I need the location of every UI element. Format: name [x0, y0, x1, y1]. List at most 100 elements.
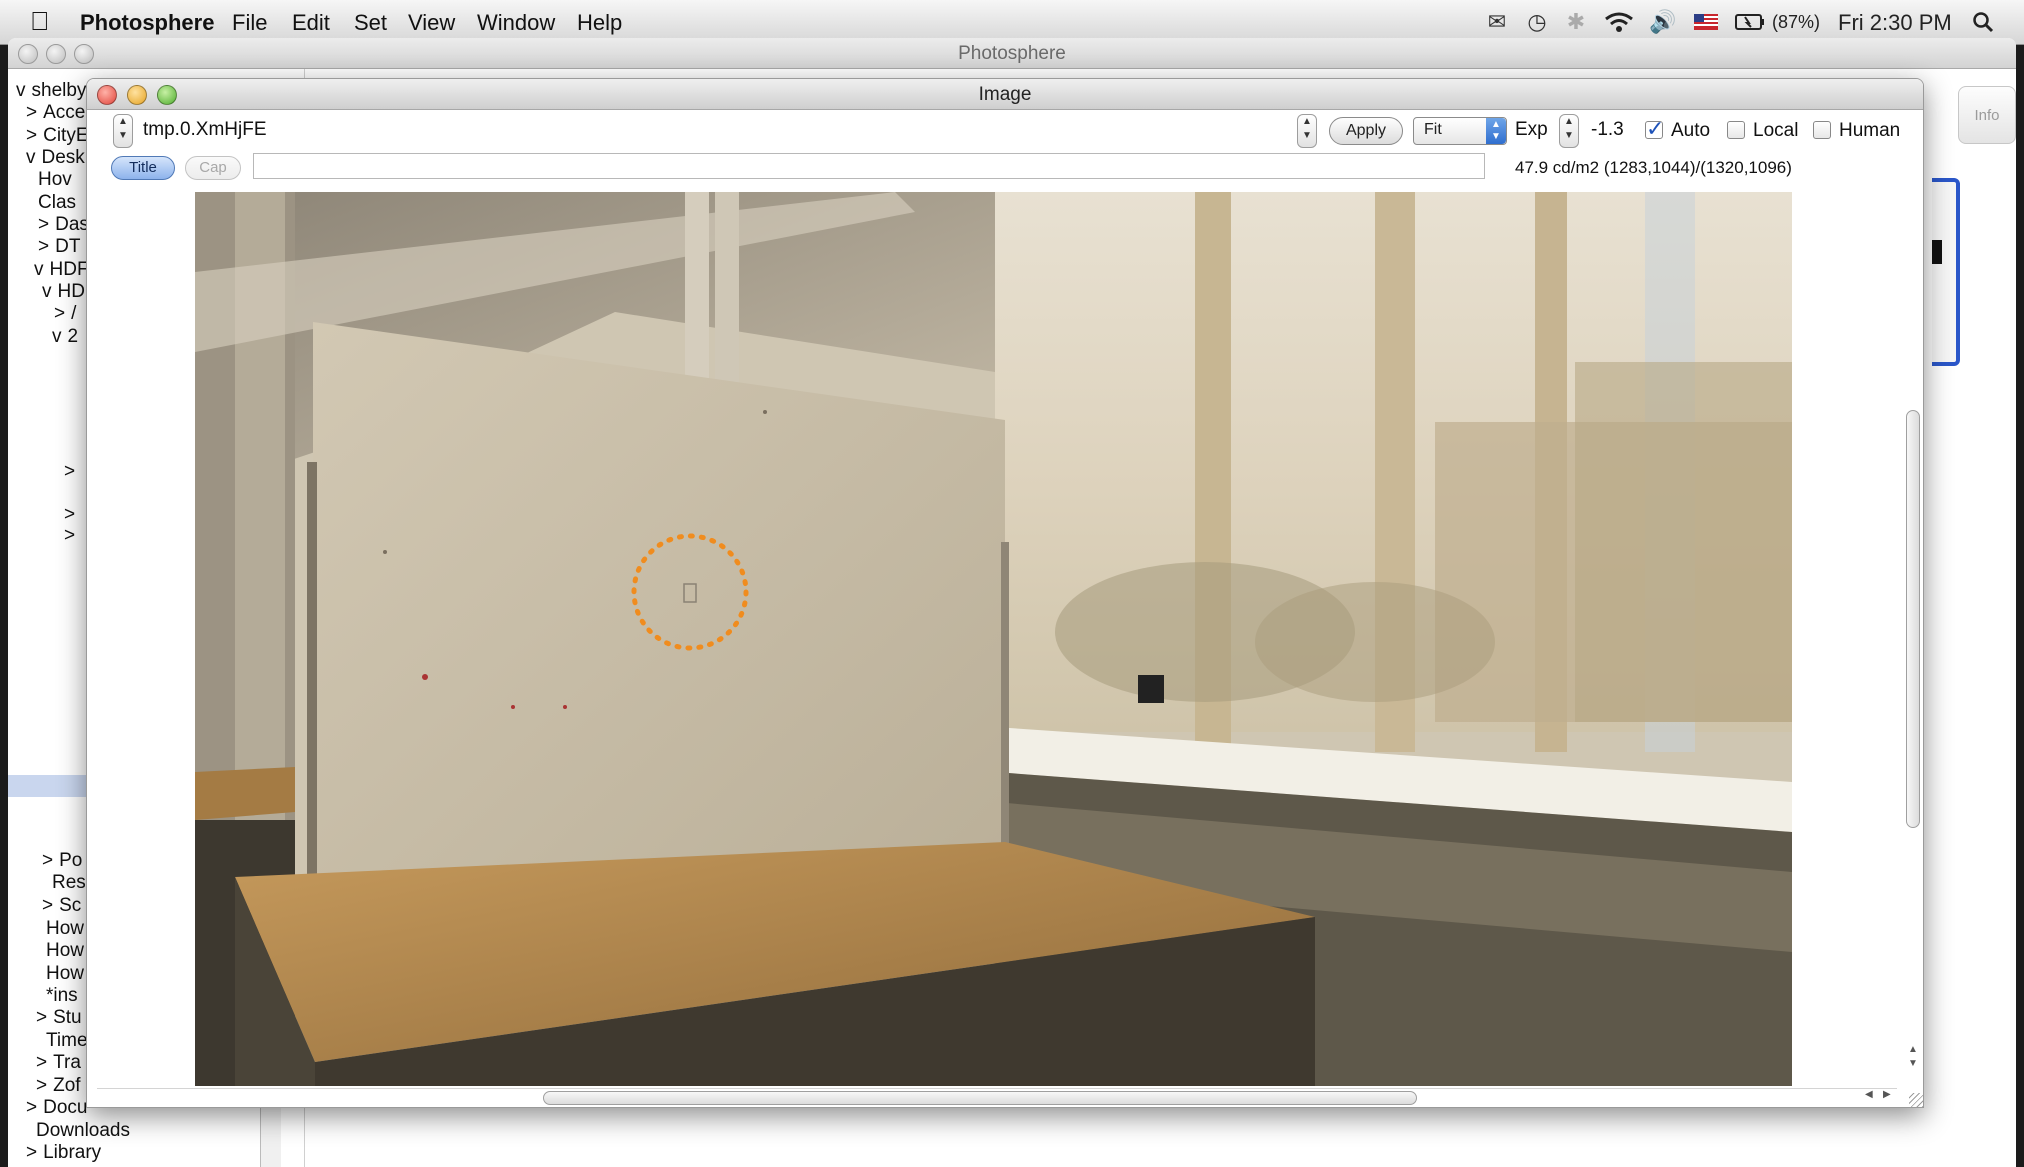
tree-item[interactable]: > Docu — [26, 1097, 87, 1119]
hdr-photo-view[interactable] — [195, 192, 1792, 1086]
scroll-up-arrow-icon[interactable]: ▲ — [1905, 1044, 1921, 1055]
tree-disclosure-icon[interactable]: > — [26, 1142, 37, 1163]
background-panel-edge — [1932, 178, 1960, 366]
apply-button[interactable]: Apply — [1329, 117, 1403, 145]
cap-button[interactable]: Cap — [185, 156, 241, 180]
tree-item[interactable]: Clas — [38, 192, 76, 214]
menu-window[interactable]: Window — [477, 10, 555, 36]
resize-grip-icon[interactable] — [1909, 1093, 1923, 1107]
tree-disclosure-icon[interactable]: > — [26, 125, 37, 146]
tree-item[interactable]: v shelby — [16, 80, 86, 102]
tree-scrollbar[interactable] — [260, 1106, 281, 1167]
tree-disclosure-icon[interactable]: > — [26, 1097, 37, 1118]
vertical-scroll-thumb[interactable] — [1906, 410, 1920, 828]
tree-item[interactable]: v2 — [52, 326, 78, 348]
tree-item[interactable]: > Das — [38, 214, 89, 236]
tree-disclosure-icon[interactable]: v — [52, 326, 62, 347]
menu-app-name[interactable]: Photosphere — [80, 10, 214, 36]
menu-view[interactable]: View — [408, 10, 455, 36]
local-checkbox[interactable] — [1727, 121, 1745, 139]
tree-item[interactable]: Hov — [38, 169, 72, 191]
auto-checkbox[interactable] — [1645, 116, 1664, 142]
tree-disclosure-icon[interactable]: > — [64, 525, 75, 546]
exposure-stepper[interactable]: ▲ ▼ — [1559, 114, 1579, 148]
tree-disclosure-icon[interactable]: > — [64, 461, 75, 482]
tree-item-label: Po — [59, 850, 83, 871]
tree-item[interactable]: > Acce — [26, 102, 85, 124]
tree-item-label: Stu — [53, 1007, 82, 1028]
info-button[interactable]: Info — [1958, 86, 2016, 144]
tree-item[interactable]: > Tra — [36, 1052, 81, 1074]
tree-item[interactable]: v HDF — [34, 259, 89, 281]
scroll-down-arrow-icon[interactable]: ▼ — [1905, 1058, 1921, 1069]
scroll-right-arrow-icon[interactable]: ▶ — [1883, 1089, 1891, 1100]
file-stepper[interactable]: ▲ ▼ — [113, 114, 133, 148]
tree-disclosure-icon[interactable]: > — [64, 504, 75, 525]
tree-disclosure-icon[interactable]: v — [42, 281, 52, 302]
tree-item[interactable]: v Desk — [26, 147, 85, 169]
tree-disclosure-icon[interactable]: v — [16, 80, 26, 101]
time-machine-icon[interactable]: ◷ — [1522, 8, 1552, 36]
apple-menu-icon[interactable]:  — [30, 6, 50, 37]
tree-item[interactable]: > — [64, 461, 81, 483]
horizontal-scroll-thumb[interactable] — [543, 1091, 1417, 1105]
image-window-titlebar[interactable]: Image — [87, 79, 1923, 110]
human-checkbox[interactable] — [1813, 121, 1831, 139]
tree-disclosure-icon[interactable]: > — [36, 1075, 47, 1096]
fit-select-value: Fit — [1424, 121, 1442, 138]
tree-disclosure-icon[interactable]: > — [36, 1007, 47, 1028]
spotlight-search-icon[interactable] — [1968, 8, 1998, 36]
menu-edit[interactable]: Edit — [292, 10, 330, 36]
wifi-icon[interactable] — [1602, 8, 1636, 36]
input-source-flag-icon[interactable] — [1692, 8, 1720, 36]
main-window-titlebar[interactable]: Photosphere — [8, 38, 2016, 69]
image-horizontal-scrollbar[interactable]: ◀ ▶ — [97, 1088, 1897, 1105]
tree-item[interactable]: How — [46, 963, 84, 985]
tree-item[interactable]: > — [64, 504, 81, 526]
volume-icon[interactable]: 🔊 — [1648, 8, 1678, 36]
tree-item[interactable]: > Zof — [36, 1075, 81, 1097]
tree-item[interactable]: > Po — [42, 850, 82, 872]
tree-disclosure-icon[interactable]: > — [42, 850, 53, 871]
tree-disclosure-icon[interactable]: > — [38, 214, 49, 235]
tree-item-label: How — [46, 940, 85, 961]
tree-item[interactable]: > / — [54, 303, 76, 325]
menu-set[interactable]: Set — [354, 10, 387, 36]
tree-item-label: Tra — [53, 1052, 81, 1073]
tree-item[interactable]: > Sc — [42, 895, 81, 917]
apply-stepper[interactable]: ▲ ▼ — [1297, 114, 1317, 148]
tree-item[interactable]: How — [46, 918, 84, 940]
title-button[interactable]: Title — [111, 156, 175, 180]
tree-item[interactable]: > CityE — [26, 125, 89, 147]
menu-clock[interactable]: Fri 2:30 PM — [1838, 10, 1952, 36]
tree-disclosure-icon[interactable]: v — [26, 147, 36, 168]
menu-file[interactable]: File — [232, 10, 267, 36]
menu-help[interactable]: Help — [577, 10, 622, 36]
mail-icon[interactable]: ✉ — [1482, 8, 1512, 36]
tree-item[interactable]: > Library — [26, 1142, 101, 1164]
battery-icon[interactable] — [1734, 8, 1766, 36]
tree-disclosure-icon[interactable]: v — [34, 259, 44, 280]
fit-select[interactable]: Fit ▲ ▼ — [1413, 117, 1507, 145]
tree-disclosure-icon[interactable]: > — [42, 895, 53, 916]
tree-disclosure-icon[interactable]: > — [54, 303, 65, 324]
tree-item[interactable]: *ins — [46, 985, 78, 1007]
tree-item[interactable]: Time — [46, 1030, 88, 1052]
tree-item[interactable]: > DT — [38, 236, 80, 258]
bluetooth-icon[interactable]: ✱ — [1564, 8, 1588, 36]
tree-item[interactable]: v HD — [42, 281, 85, 303]
tree-item[interactable]: > — [64, 525, 81, 547]
tree-item[interactable]: > Stu — [36, 1007, 82, 1029]
tree-item[interactable]: How — [46, 940, 84, 962]
tree-disclosure-icon[interactable]: > — [26, 102, 37, 123]
tree-disclosure-icon[interactable]: > — [38, 236, 49, 257]
scroll-left-arrow-icon[interactable]: ◀ — [1865, 1089, 1873, 1100]
tree-item[interactable]: Res — [52, 872, 86, 894]
caption-input[interactable] — [253, 153, 1485, 179]
image-vertical-scrollbar[interactable]: ▲ ▼ — [1905, 192, 1921, 1072]
image-window: Image ▲ ▼ tmp.0.XmHjFE ▲ ▼ Apply Fit ▲ ▼ Ex… — [86, 78, 1924, 1108]
tree-item[interactable]: Downloads — [36, 1120, 130, 1142]
exposure-value: -1.3 — [1591, 119, 1624, 140]
tree-disclosure-icon[interactable]: > — [36, 1052, 47, 1073]
battery-percent[interactable]: (87%) — [1772, 12, 1820, 33]
